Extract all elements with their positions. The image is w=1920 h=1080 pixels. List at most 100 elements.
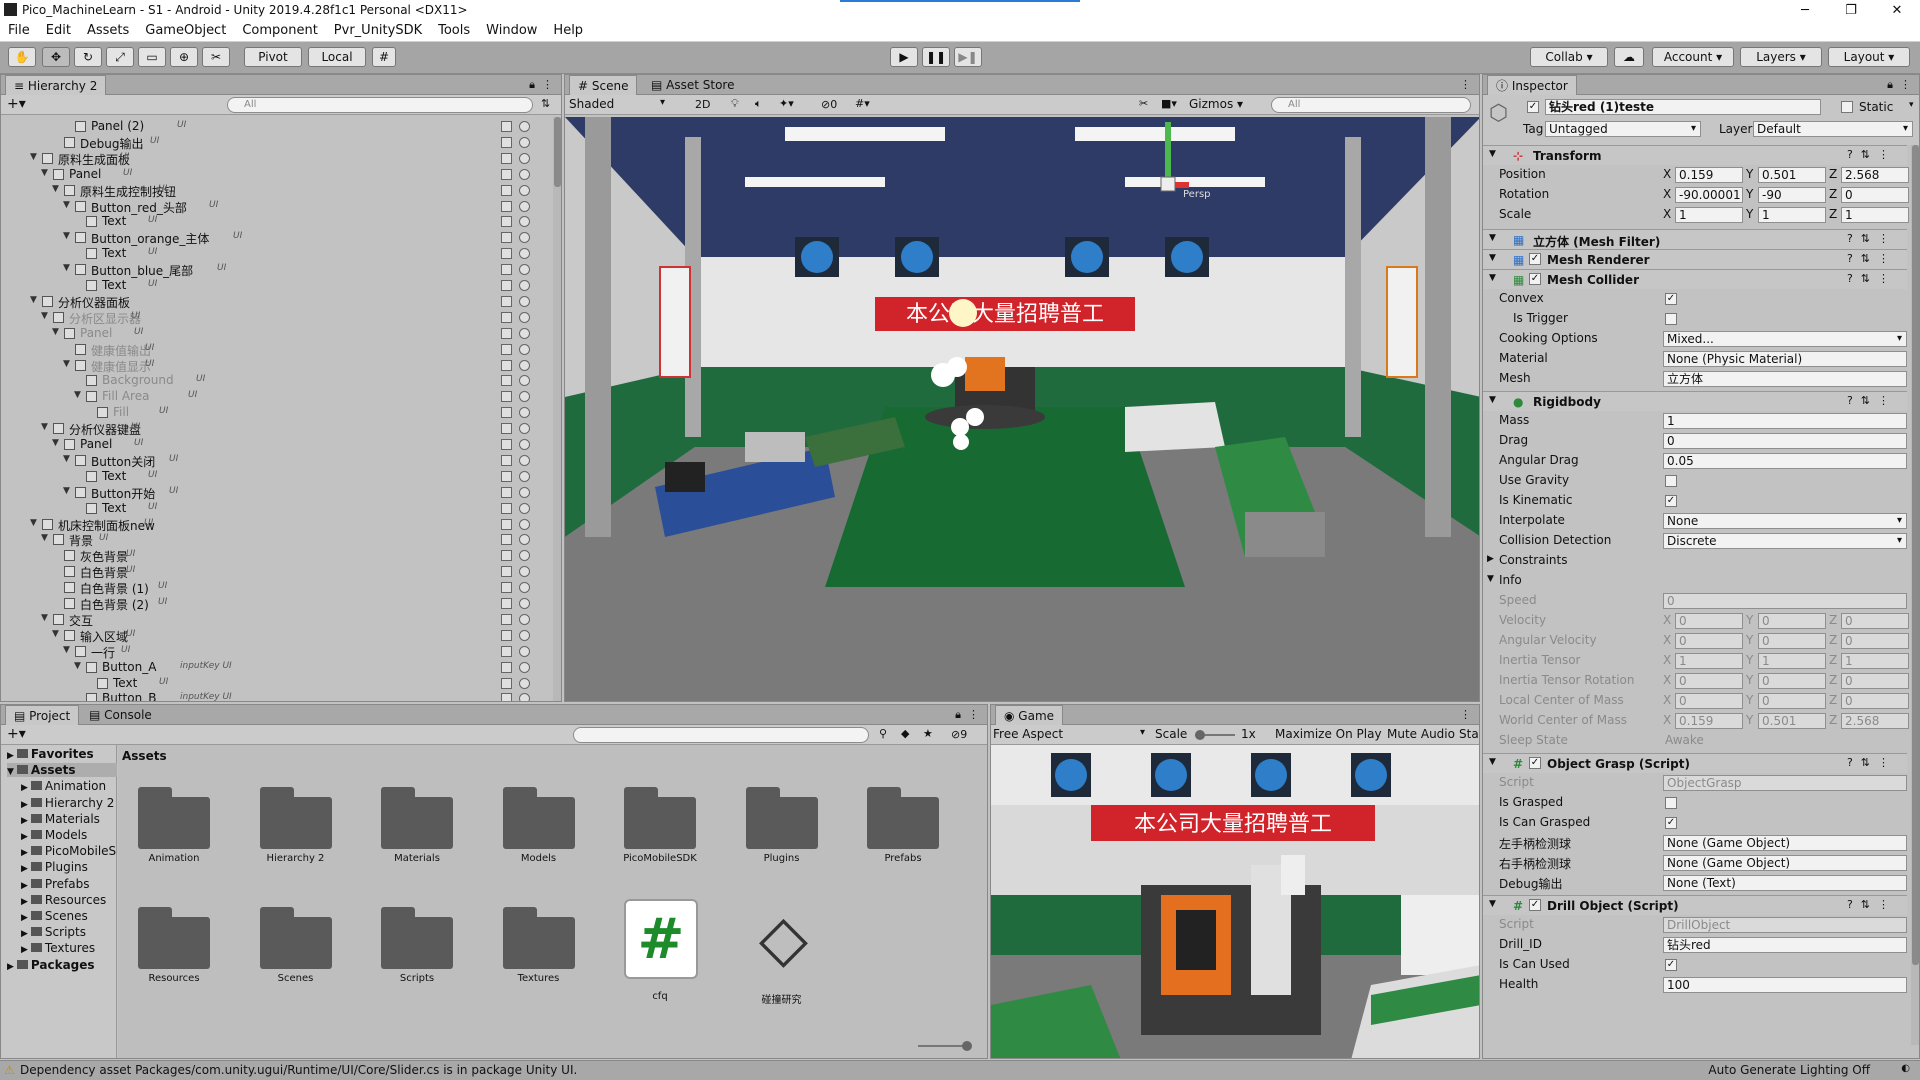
tree-arrow-icon[interactable]: ▶ — [21, 881, 28, 891]
menu-tools[interactable]: Tools — [430, 23, 478, 38]
asset-item-script[interactable]: # cfq — [600, 895, 720, 1002]
menu-pvr-sdk[interactable]: Pvr_UnitySDK — [326, 23, 430, 38]
inspector-scrollbar-thumb[interactable] — [1912, 145, 1919, 965]
project-tree-item[interactable]: ▶ Hierarchy 2 — [21, 796, 114, 810]
scene-viewport[interactable]: 本公司大量招聘普工 Persp — [565, 117, 1479, 701]
hierarchy-row[interactable]: Panel (2) UI — [1, 119, 541, 135]
camera-icon[interactable]: ■▾ — [1161, 97, 1177, 110]
snap-icon[interactable]: # — [372, 47, 396, 67]
tree-arrow-icon[interactable]: ▼ — [41, 311, 51, 321]
tree-arrow-icon[interactable]: ▼ — [52, 438, 62, 448]
inspector-menu-icon[interactable]: ⋮ — [1900, 78, 1911, 91]
tree-arrow-icon[interactable]: ▼ — [41, 422, 51, 432]
vector-z-field[interactable]: 2.568 — [1841, 167, 1909, 183]
light-icon[interactable]: 💡︎ — [731, 97, 739, 111]
panel-menu-icon[interactable]: ⋮ — [542, 78, 553, 91]
hierarchy-row[interactable]: 白色背景 UI — [1, 564, 541, 580]
tree-arrow-icon[interactable]: ▶ — [21, 945, 28, 955]
tree-arrow-icon[interactable]: ▼ — [63, 200, 73, 210]
object-name-field[interactable]: 钻头red (1)teste — [1545, 99, 1821, 115]
shading-dropdown[interactable]: Shaded — [569, 97, 669, 113]
project-tree-item[interactable]: ▶ Plugins — [21, 860, 88, 874]
vector-y-field[interactable]: -90 — [1758, 187, 1826, 203]
foldout-arrow-icon[interactable]: ▼ — [1489, 149, 1496, 159]
inspector-scrollbar[interactable] — [1911, 145, 1919, 1045]
aspect-dropdown[interactable]: Free Aspect — [993, 727, 1149, 743]
audio-icon[interactable]: 🔈︎ — [755, 97, 762, 111]
game-viewport[interactable]: 本公司大量招聘普工 — [991, 745, 1479, 1058]
tree-arrow-icon[interactable]: ▼ — [52, 327, 62, 337]
tree-arrow-icon[interactable]: ▶ — [7, 751, 14, 761]
step-icon[interactable]: ▶❚ — [954, 47, 982, 67]
value-field[interactable]: Mixed... — [1663, 331, 1907, 347]
scene-search-input[interactable]: All — [1271, 97, 1471, 113]
component-header[interactable]: ▼ # ✓ Drill Object (Script) ?⇅⋮ — [1483, 895, 1907, 915]
vector-x-field[interactable]: -90.00001 — [1675, 187, 1743, 203]
search-by-type-icon[interactable]: ⚲ — [879, 727, 887, 740]
component-header[interactable]: ▼ ⊹ Transform ?⇅⋮ — [1483, 145, 1907, 165]
component-menu-icon[interactable]: ?⇅⋮ — [1847, 394, 1897, 407]
hierarchy-row[interactable]: ▼ 一行 UI — [1, 644, 541, 660]
project-create-icon[interactable]: +▾ — [7, 726, 26, 742]
hierarchy-row[interactable]: ▼ 分析区显示器 UI — [1, 310, 541, 326]
project-tree-item[interactable]: ▶ Textures — [21, 941, 95, 955]
project-tree-item[interactable]: ▶ Animation — [21, 779, 106, 793]
collab-button[interactable]: Collab ▾ — [1530, 47, 1608, 67]
hierarchy-row[interactable]: Text UI — [1, 676, 541, 692]
checkbox[interactable] — [1665, 475, 1677, 487]
project-tree-item[interactable]: ▶ Scenes — [21, 909, 88, 923]
vector-y-field[interactable]: 1 — [1758, 207, 1826, 223]
project-tree-item[interactable]: ▶ Packages — [7, 958, 95, 972]
2d-toggle[interactable]: 2D — [695, 98, 710, 111]
foldout-arrow-icon[interactable]: ▼ — [1487, 574, 1494, 584]
tree-arrow-icon[interactable]: ▶ — [21, 864, 28, 874]
pivot-button[interactable]: Pivot — [244, 47, 302, 67]
checkbox[interactable]: ✓ — [1665, 293, 1677, 305]
project-tree-item[interactable]: ▶ Models — [21, 828, 87, 842]
project-tree-item[interactable]: ▶ Resources — [21, 893, 106, 907]
rotate-tool-icon[interactable]: ↻ — [74, 47, 102, 67]
checkbox[interactable] — [1665, 797, 1677, 809]
tree-arrow-icon[interactable]: ▶ — [7, 962, 14, 972]
lock-icon[interactable]: 🔒︎ — [529, 78, 535, 92]
checkbox[interactable] — [1665, 313, 1677, 325]
hierarchy-row[interactable]: ▼ Button_red_头部 UI — [1, 199, 541, 215]
value-field[interactable]: None — [1663, 513, 1907, 529]
project-menu-icon[interactable]: ⋮ — [968, 708, 979, 721]
component-header[interactable]: ▼ ▦ ✓ Mesh Renderer ?⇅⋮ — [1483, 249, 1907, 269]
hierarchy-row[interactable]: Debug输出 UI — [1, 135, 541, 151]
value-field[interactable]: None (Text) — [1663, 875, 1907, 891]
foldout-arrow-icon[interactable]: ▼ — [1489, 233, 1496, 243]
foldout-arrow-icon[interactable]: ▼ — [1489, 757, 1496, 767]
value-field[interactable]: 100 — [1663, 977, 1907, 993]
component-enabled-checkbox[interactable]: ✓ — [1529, 273, 1541, 285]
tree-arrow-icon[interactable]: ▶ — [21, 832, 28, 842]
hierarchy-row[interactable]: 健康值输出 UI — [1, 342, 541, 358]
value-field[interactable]: 0.05 — [1663, 453, 1907, 469]
menu-window[interactable]: Window — [478, 23, 545, 38]
project-tree-item[interactable]: ▶ Materials — [21, 812, 100, 826]
hierarchy-row[interactable]: ▼ 背景 UI — [1, 532, 541, 548]
tag-dropdown[interactable]: Untagged — [1545, 121, 1701, 137]
component-enabled-checkbox[interactable]: ✓ — [1529, 253, 1541, 265]
tree-arrow-icon[interactable]: ▼ — [74, 390, 84, 400]
component-enabled-checkbox[interactable]: ✓ — [1529, 757, 1541, 769]
hierarchy-row[interactable]: Text UI — [1, 501, 541, 517]
hierarchy-row[interactable]: 白色背景 (2) UI — [1, 596, 541, 612]
status-message[interactable]: Dependency asset Packages/com.unity.ugui… — [20, 1063, 577, 1077]
play-icon[interactable]: ▶ — [890, 47, 918, 67]
project-tree-item[interactable]: ▶ Favorites — [7, 747, 94, 761]
hierarchy-row[interactable]: ▼ 分析仪器面板 — [1, 294, 541, 310]
effects-icon[interactable]: ✦▾ — [779, 97, 794, 110]
asset-item-folder[interactable]: Animation — [114, 775, 234, 875]
local-button[interactable]: Local — [308, 47, 366, 67]
restore-icon[interactable]: ❐ — [1828, 0, 1874, 20]
icon-size-slider[interactable] — [918, 1041, 972, 1051]
value-field[interactable]: None (Game Object) — [1663, 855, 1907, 871]
move-tool-icon[interactable]: ✥ — [42, 47, 70, 67]
vector-y-field[interactable]: 0.501 — [1758, 167, 1826, 183]
component-enabled-checkbox[interactable]: ✓ — [1529, 899, 1541, 911]
menu-assets[interactable]: Assets — [79, 23, 137, 38]
hierarchy-row[interactable]: ▼ 交互 — [1, 612, 541, 628]
component-menu-icon[interactable]: ?⇅⋮ — [1847, 756, 1897, 769]
